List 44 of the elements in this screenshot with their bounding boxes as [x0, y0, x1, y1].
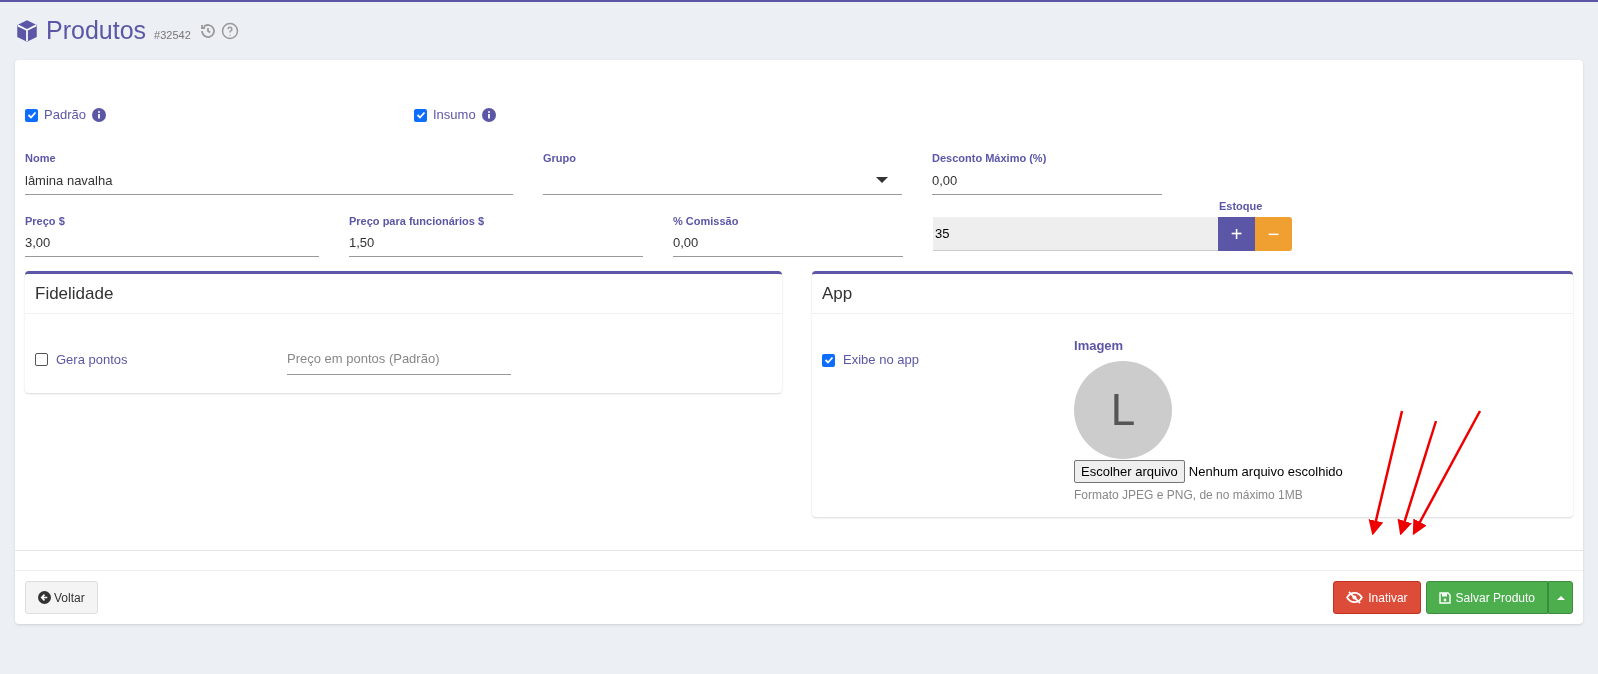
box-icon: [14, 18, 40, 44]
field-label: % Comissão: [673, 213, 740, 229]
panel-title: Fidelidade: [25, 274, 782, 314]
text-field[interactable]: lâmina navalha: [25, 166, 513, 195]
text-field[interactable]: 0,00: [673, 229, 903, 257]
record-id: #32542: [154, 27, 191, 43]
option-label: Padrão: [44, 106, 86, 125]
field-label: Preço $: [25, 213, 66, 229]
loyalty-checkbox[interactable]: Gera pontos: [35, 349, 287, 369]
points-price-field[interactable]: Preço em pontos (Padrão): [287, 344, 511, 375]
back-arrow-icon: [38, 591, 51, 604]
field-label: Desconto Máximo (%): [932, 151, 1048, 166]
history-icon[interactable]: [198, 22, 217, 40]
text-field[interactable]: 0,00: [932, 166, 1162, 195]
choose-file-button[interactable]: Escolher arquivo: [1074, 459, 1185, 483]
caret-icon: [876, 177, 888, 183]
checkbox[interactable]: [35, 352, 48, 366]
info-icon: [91, 108, 106, 122]
checked-checkbox[interactable]: [414, 108, 427, 122]
dropdown-toggle[interactable]: [1548, 581, 1573, 614]
checked-checkbox[interactable]: [822, 353, 835, 367]
avatar: L: [1074, 360, 1172, 459]
panel-title: App: [812, 274, 1573, 314]
checked-checkbox[interactable]: [25, 108, 38, 122]
image-label: Imagem: [1074, 337, 1125, 355]
format-hint: Formato JPEG e PNG, de no máximo 1MB: [1074, 487, 1304, 504]
field-label: Nome: [25, 151, 57, 166]
option-label: Insumo: [433, 106, 476, 125]
stock-field[interactable]: 35: [933, 216, 1218, 251]
text-field[interactable]: 1,50: [349, 229, 643, 257]
file-status: Nenhum arquivo escolhido: [1188, 462, 1343, 481]
increment-button[interactable]: +: [1218, 216, 1255, 251]
text-field[interactable]: 3,00: [25, 229, 319, 257]
back-button[interactable]: Voltar: [25, 581, 98, 614]
show-in-app-checkbox[interactable]: Exibe no app: [822, 350, 1074, 370]
field-label: Grupo: [543, 151, 577, 166]
field-label: Preço para funcionários $: [349, 213, 486, 229]
page-title: Produtos: [46, 15, 147, 47]
inactivate-button[interactable]: Inativar: [1333, 581, 1421, 614]
eye-slash-icon: [1346, 591, 1364, 604]
caret-icon: [1556, 595, 1565, 600]
help-icon[interactable]: [220, 22, 239, 40]
field-label: Estoque: [1219, 200, 1263, 212]
info-icon: [481, 108, 496, 122]
